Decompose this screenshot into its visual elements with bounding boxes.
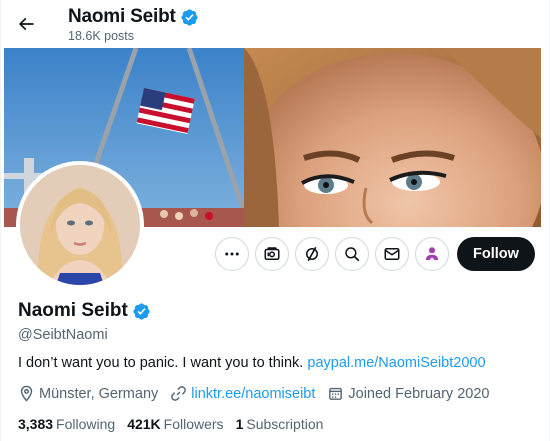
subscriptions-stat[interactable]: 1 Subscription <box>236 416 324 432</box>
profile-avatar[interactable] <box>16 161 144 289</box>
bio-text: I don’t want you to panic. I want you to… <box>18 355 304 371</box>
profile-name: Naomi Seibt <box>18 300 151 322</box>
header-title: Naomi Seibt <box>68 6 199 28</box>
search-icon <box>345 247 360 262</box>
location-icon <box>20 385 33 402</box>
follow-button[interactable]: Follow <box>457 237 535 271</box>
back-button[interactable] <box>9 7 43 41</box>
more-icon <box>225 252 239 256</box>
subscribe-button[interactable] <box>415 237 449 271</box>
following-count: 3,383 <box>18 416 54 432</box>
profile-handle: @SeibtNaomi <box>18 327 108 343</box>
slash-circle-icon <box>306 246 318 262</box>
followers-count: 421K <box>127 416 161 432</box>
grok-button[interactable] <box>255 237 289 271</box>
profile-header: Naomi Seibt 18.6K posts <box>1 0 549 48</box>
arrow-left-icon <box>18 17 34 31</box>
website-link[interactable]: linktr.ee/naomiseibt <box>191 386 315 402</box>
message-button[interactable] <box>375 237 409 271</box>
search-profile-button[interactable] <box>335 237 369 271</box>
verified-badge-icon[interactable] <box>132 302 151 321</box>
profile-actions: Follow <box>215 237 535 271</box>
subscriptions-label: Subscription <box>246 416 324 432</box>
join-date-text: Joined February 2020 <box>348 385 490 402</box>
following-label: Following <box>56 416 116 432</box>
followers-stat[interactable]: 421K Followers <box>127 416 223 432</box>
followers-label: Followers <box>163 416 224 432</box>
verified-badge-icon <box>180 8 199 27</box>
calendar-icon <box>329 387 343 400</box>
subscribe-icon <box>426 247 438 262</box>
header-name-text: Naomi Seibt <box>68 6 176 27</box>
message-icon <box>384 248 400 260</box>
grok-icon <box>264 247 280 260</box>
more-button[interactable] <box>215 237 249 271</box>
header-post-count: 18.6K posts <box>68 29 135 43</box>
avatar-image <box>20 165 140 285</box>
link-icon <box>171 386 187 401</box>
website: linktr.ee/naomiseibt <box>170 385 315 402</box>
subscriptions-count: 1 <box>235 416 244 432</box>
grok-analyze-button[interactable] <box>295 237 329 271</box>
profile-stats: 3,383 Following 421K Followers 1 Subscripti… <box>18 416 335 432</box>
location: Münster, Germany <box>18 385 158 402</box>
profile-meta: Münster, Germany linktr.ee/naomiseibt Jo… <box>18 385 501 402</box>
join-date: Joined February 2020 <box>327 385 489 402</box>
profile-page: Naomi Seibt 18.6K posts Follow Naomi Sei… <box>0 0 550 441</box>
location-text: Münster, Germany <box>39 385 159 402</box>
profile-name-text: Naomi Seibt <box>18 300 128 321</box>
bio-link[interactable]: paypal.me/NaomiSeibt2000 <box>307 355 485 371</box>
following-stat[interactable]: 3,383 Following <box>18 416 115 432</box>
profile-bio: I don’t want you to panic. I want you to… <box>18 355 486 371</box>
